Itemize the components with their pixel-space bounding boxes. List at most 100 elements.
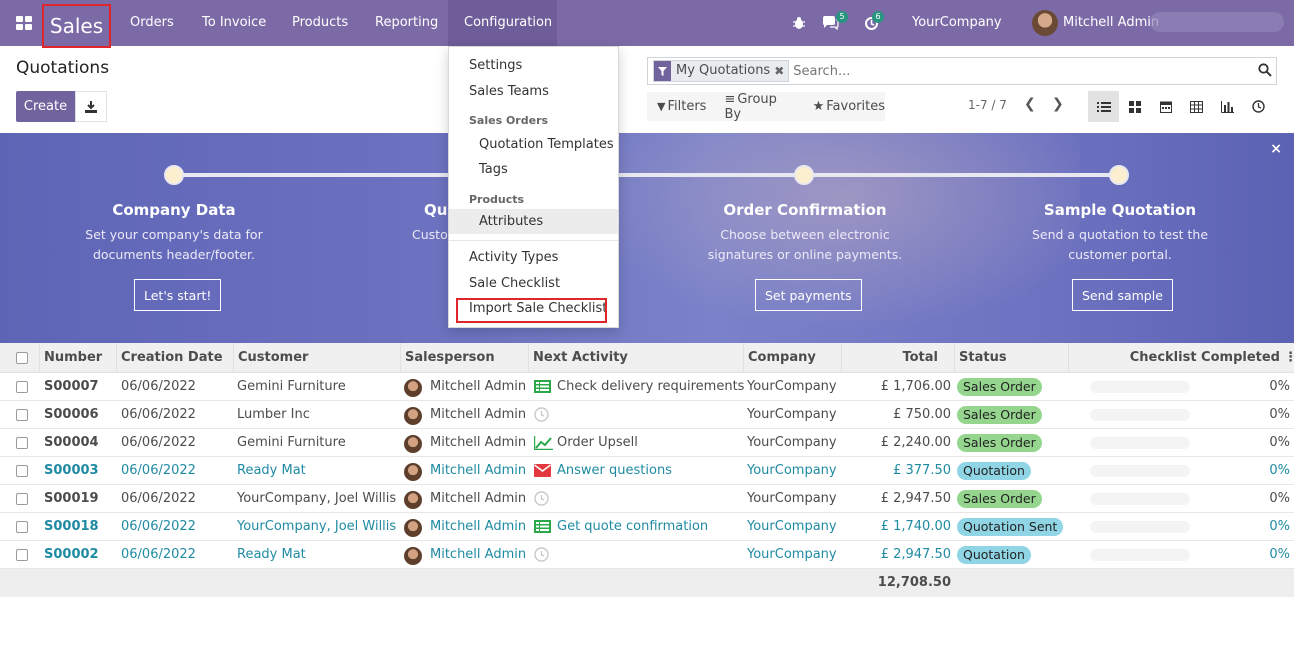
app-brand[interactable]: Sales bbox=[42, 4, 111, 48]
envelope-icon[interactable] bbox=[534, 464, 551, 480]
column-company[interactable]: Company bbox=[748, 343, 816, 373]
checklist-percent: 0% bbox=[1269, 407, 1290, 422]
row-checkbox[interactable] bbox=[16, 409, 28, 421]
search-bar[interactable]: My Quotations ✖ bbox=[647, 57, 1277, 85]
menu-item-quotation-templates[interactable]: Quotation Templates bbox=[449, 132, 618, 157]
table-row[interactable]: S00002 06/06/2022 Ready Mat Mitchell Adm… bbox=[0, 541, 1294, 569]
activity-icon[interactable] bbox=[864, 0, 879, 46]
close-icon[interactable]: × bbox=[1270, 141, 1282, 157]
pivot-view-icon[interactable] bbox=[1181, 91, 1212, 122]
search-icon[interactable] bbox=[1258, 63, 1272, 81]
lets-start-button[interactable]: Let's start! bbox=[134, 279, 222, 311]
menu-item-activity-types[interactable]: Activity Types bbox=[449, 245, 618, 270]
menu-to-invoice[interactable]: To Invoice bbox=[202, 0, 266, 46]
highlight-box bbox=[456, 298, 607, 323]
status-badge: Sales Order bbox=[957, 490, 1042, 508]
column-total[interactable]: Total bbox=[850, 343, 938, 373]
salesperson-avatar bbox=[404, 463, 422, 481]
list-view-icon[interactable] bbox=[1088, 91, 1119, 122]
pager-value[interactable]: 1-7 / 7 bbox=[968, 98, 1007, 112]
search-input[interactable] bbox=[793, 63, 1254, 79]
column-creation-date[interactable]: Creation Date bbox=[121, 343, 223, 373]
kanban-view-icon[interactable] bbox=[1119, 91, 1150, 122]
order-total: £ 750.00 bbox=[893, 407, 951, 422]
menu-item-settings[interactable]: Settings bbox=[449, 53, 618, 78]
row-checkbox[interactable] bbox=[16, 493, 28, 505]
order-number: S00018 bbox=[44, 519, 99, 534]
salesperson-name: Mitchell Admin bbox=[430, 519, 527, 534]
activity-view-icon[interactable] bbox=[1243, 91, 1274, 122]
pager-next-icon[interactable]: ❯ bbox=[1052, 96, 1064, 112]
creation-date: 06/06/2022 bbox=[121, 519, 196, 534]
search-facet[interactable]: My Quotations ✖ bbox=[653, 60, 790, 82]
step-dot bbox=[1109, 165, 1129, 185]
row-checkbox[interactable] bbox=[16, 381, 28, 393]
company-switcher[interactable]: YourCompany bbox=[912, 0, 1002, 46]
user-avatar[interactable] bbox=[1032, 10, 1058, 36]
menu-item-tags[interactable]: Tags bbox=[449, 157, 618, 182]
table-row[interactable]: S00006 06/06/2022 Lumber Inc Mitchell Ad… bbox=[0, 401, 1294, 429]
order-number: S00006 bbox=[44, 407, 99, 422]
table-footer: 12,708.50 bbox=[0, 569, 1294, 597]
row-checkbox[interactable] bbox=[16, 549, 28, 561]
calendar-view-icon[interactable] bbox=[1150, 91, 1181, 122]
step-description: Set your company's data for documents hea… bbox=[85, 227, 263, 262]
menu-item-sale-checklist[interactable]: Sale Checklist bbox=[449, 271, 618, 296]
column-checklist-completed[interactable]: Checklist Completed bbox=[1100, 343, 1280, 373]
salesperson-avatar bbox=[404, 491, 422, 509]
checklist-percent: 0% bbox=[1269, 379, 1290, 394]
menu-reporting[interactable]: Reporting bbox=[375, 0, 438, 46]
clock-icon[interactable] bbox=[534, 547, 549, 563]
task-list-icon[interactable] bbox=[534, 380, 551, 396]
column-salesperson[interactable]: Salesperson bbox=[405, 343, 495, 373]
customer-name: Gemini Furniture bbox=[237, 379, 346, 394]
column-customer[interactable]: Customer bbox=[238, 343, 308, 373]
configuration-dropdown: Settings Sales Teams Sales Orders Quotat… bbox=[448, 46, 619, 328]
menu-configuration[interactable]: Configuration bbox=[448, 0, 557, 46]
user-menu[interactable]: Mitchell Admin bbox=[1063, 0, 1159, 46]
company-name: YourCompany bbox=[747, 491, 837, 506]
column-next-activity[interactable]: Next Activity bbox=[533, 343, 628, 373]
graph-view-icon[interactable] bbox=[1212, 91, 1243, 122]
chat-icon[interactable] bbox=[822, 0, 839, 46]
table-row[interactable]: S00004 06/06/2022 Gemini Furniture Mitch… bbox=[0, 429, 1294, 457]
table-row[interactable]: S00019 06/06/2022 YourCompany, Joel Will… bbox=[0, 485, 1294, 513]
menu-products[interactable]: Products bbox=[292, 0, 348, 46]
quotations-table: Number Creation Date Customer Salesperso… bbox=[0, 343, 1294, 597]
bug-icon[interactable] bbox=[792, 0, 806, 46]
page-title: Quotations bbox=[16, 58, 110, 78]
creation-date: 06/06/2022 bbox=[121, 379, 196, 394]
send-sample-button[interactable]: Send sample bbox=[1072, 279, 1173, 311]
chart-line-icon[interactable] bbox=[533, 436, 553, 452]
task-list-icon[interactable] bbox=[534, 520, 551, 536]
column-status[interactable]: Status bbox=[959, 343, 1007, 373]
clock-icon[interactable] bbox=[534, 491, 549, 507]
table-row[interactable]: S00003 06/06/2022 Ready Mat Mitchell Adm… bbox=[0, 457, 1294, 485]
facet-remove-icon[interactable]: ✖ bbox=[774, 61, 788, 81]
customer-name: YourCompany, Joel Willis bbox=[237, 519, 397, 534]
select-all-checkbox[interactable] bbox=[16, 352, 28, 364]
clock-icon[interactable] bbox=[534, 407, 549, 423]
download-button[interactable] bbox=[75, 91, 107, 122]
pager-previous-icon[interactable]: ❮ bbox=[1024, 96, 1036, 112]
favorites-button[interactable]: ★ Favorites bbox=[813, 99, 885, 114]
row-checkbox[interactable] bbox=[16, 465, 28, 477]
star-icon: ★ bbox=[812, 99, 825, 114]
create-button[interactable]: Create bbox=[16, 91, 75, 122]
menu-item-attributes[interactable]: Attributes bbox=[449, 209, 618, 234]
table-row[interactable]: S00007 06/06/2022 Gemini Furniture Mitch… bbox=[0, 373, 1294, 401]
menu-orders[interactable]: Orders bbox=[130, 0, 174, 46]
filters-button[interactable]: ▼ Filters bbox=[657, 99, 706, 114]
column-number[interactable]: Number bbox=[44, 343, 102, 373]
order-total: £ 2,240.00 bbox=[880, 435, 951, 450]
column-options-icon[interactable]: ⋮ bbox=[1284, 343, 1294, 373]
row-checkbox[interactable] bbox=[16, 437, 28, 449]
app-grid-icon[interactable] bbox=[16, 16, 32, 30]
table-row[interactable]: S00018 06/06/2022 YourCompany, Joel Will… bbox=[0, 513, 1294, 541]
group-by-button[interactable]: ≡ Group By bbox=[724, 92, 794, 122]
menu-item-sales-teams[interactable]: Sales Teams bbox=[449, 79, 618, 104]
order-number: S00003 bbox=[44, 463, 99, 478]
row-checkbox[interactable] bbox=[16, 521, 28, 533]
menu-section-products: Products bbox=[469, 193, 525, 206]
set-payments-button[interactable]: Set payments bbox=[755, 279, 862, 311]
